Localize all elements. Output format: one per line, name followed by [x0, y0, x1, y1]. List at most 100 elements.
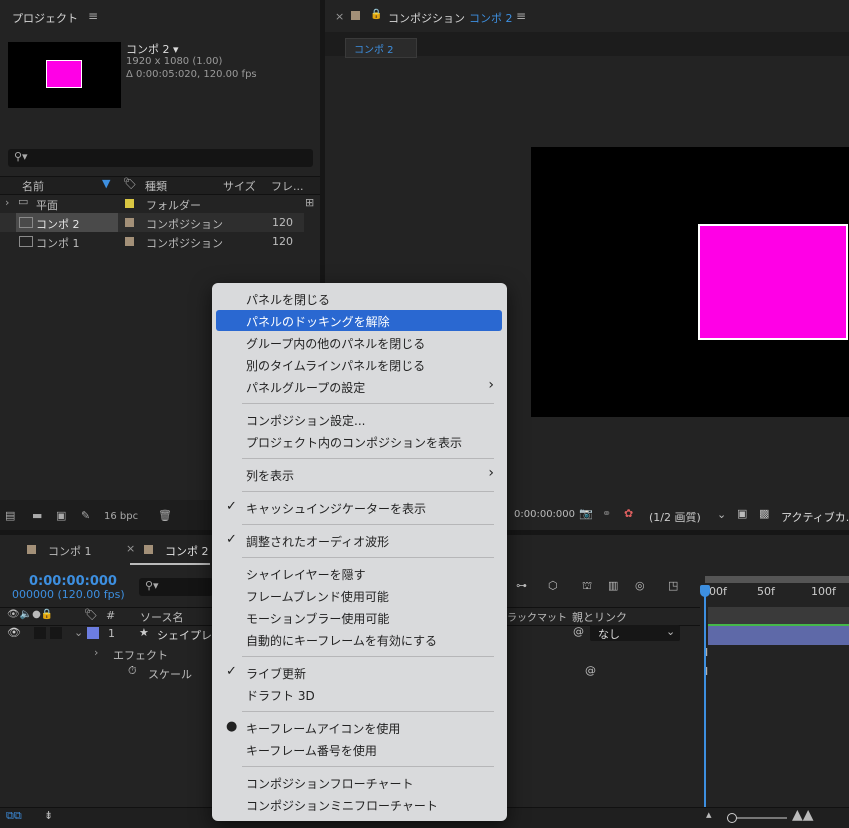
menu-item[interactable]: シャイレイヤーを隠す: [216, 563, 502, 584]
menu-item[interactable]: コンポジション設定...: [216, 409, 502, 430]
layer-switches-toggle-icon[interactable]: ⧉⧉: [6, 809, 22, 823]
current-time-indicator[interactable]: [704, 585, 706, 827]
column-track-matte[interactable]: ラックマット: [507, 609, 567, 624]
pickwhip-icon[interactable]: @: [585, 664, 596, 677]
zoom-out-icon[interactable]: ▴: [706, 808, 712, 821]
comp-name[interactable]: コンポ 2 ▾: [126, 41, 179, 57]
interpret-footage-icon[interactable]: ▤: [5, 509, 15, 522]
cti-head[interactable]: [700, 585, 710, 597]
pickwhip-icon[interactable]: @: [573, 625, 584, 638]
menu-item[interactable]: キーフレーム番号を使用: [216, 739, 502, 760]
sort-arrow-icon[interactable]: ▼: [102, 177, 110, 190]
motion-blur-icon[interactable]: ◎: [635, 579, 645, 592]
zoom-in-icon[interactable]: ▲▲: [792, 807, 814, 823]
comp-label-swatch[interactable]: [125, 218, 134, 227]
layer-bar[interactable]: [708, 624, 849, 645]
menu-item[interactable]: コンポジションフローチャート: [216, 772, 502, 793]
panel-menu-icon[interactable]: ≡: [88, 9, 98, 23]
show-snapshot-icon[interactable]: ⚭: [602, 507, 611, 520]
column-name[interactable]: 名前: [22, 178, 44, 194]
snapshot-icon[interactable]: 📷: [579, 507, 593, 520]
keyframe-marker-icon[interactable]: I: [705, 646, 708, 659]
column-source-name[interactable]: ソース名: [140, 609, 183, 625]
menu-item[interactable]: パネルのドッキングを解除: [216, 310, 502, 331]
lock-icon[interactable]: 🔒: [370, 9, 382, 20]
menu-item[interactable]: ✓ キャッシュインジケーターを表示: [216, 497, 502, 518]
keyframe-marker-icon[interactable]: I: [705, 665, 708, 678]
av-switches-icon[interactable]: 👁🔈●🔒: [7, 609, 53, 620]
shape-layer-star-icon: ★: [139, 626, 149, 639]
menu-item[interactable]: ✓ 調整されたオーディオ波形: [216, 530, 502, 551]
brush-icon[interactable]: ✎: [81, 509, 90, 522]
comp-flowchart-icon[interactable]: ⊶: [516, 579, 527, 592]
region-of-interest-icon[interactable]: ▣: [737, 507, 747, 520]
layer-label-swatch[interactable]: [87, 627, 99, 639]
magenta-shape[interactable]: [698, 224, 848, 340]
menu-item[interactable]: ✓ ライブ更新: [216, 662, 502, 683]
column-frame[interactable]: フレ...: [271, 178, 304, 194]
label-tag-icon[interactable]: 🏷: [84, 608, 98, 621]
viewer-canvas[interactable]: [531, 147, 849, 417]
column-parent[interactable]: 親とリンク: [572, 609, 627, 625]
graph-editor-icon[interactable]: ◳: [668, 579, 678, 592]
trash-icon[interactable]: 🗑: [158, 509, 172, 522]
shy-icon[interactable]: ⛫: [582, 579, 592, 594]
timeline-tab-comp1[interactable]: コンポ 1 ×: [0, 535, 135, 563]
menu-item[interactable]: パネルグループの設定 ›: [216, 376, 502, 397]
label-tag-icon[interactable]: 🏷: [123, 177, 137, 190]
frame-blend-icon[interactable]: ▥: [608, 579, 618, 592]
expand-chevron-icon[interactable]: ⌄: [74, 626, 83, 639]
chevron-down-icon[interactable]: ⌄: [717, 508, 726, 521]
expand-chevron-icon[interactable]: ›: [94, 646, 98, 659]
zoom-slider-handle[interactable]: [727, 813, 737, 823]
project-item-comp1[interactable]: コンポ 1 コンポジション 120: [0, 232, 304, 251]
menu-item[interactable]: 列を表示 ›: [216, 464, 502, 485]
transfer-controls-icon[interactable]: ⇟: [44, 809, 53, 822]
timeline-search-input[interactable]: ⚲▾: [139, 578, 213, 596]
eye-icon[interactable]: 👁: [7, 626, 21, 639]
close-icon[interactable]: ×: [126, 542, 135, 555]
menu-item[interactable]: ● キーフレームアイコンを使用: [216, 717, 502, 738]
expand-chevron-icon[interactable]: ›: [5, 196, 9, 209]
menu-item[interactable]: グループ内の他のパネルを閉じる: [216, 332, 502, 353]
composition-title-comp[interactable]: コンポ 2: [469, 10, 513, 26]
menu-item[interactable]: 自動的にキーフレームを有効にする: [216, 629, 502, 650]
viewer-timecode[interactable]: 0:00:00:000: [514, 509, 575, 520]
solo-switch[interactable]: [50, 627, 62, 639]
menu-item[interactable]: ドラフト 3D: [216, 684, 502, 705]
timeline-tab-comp2[interactable]: コンポ 2: [138, 535, 218, 563]
audio-switch[interactable]: [34, 627, 46, 639]
column-type[interactable]: 種類: [145, 178, 167, 194]
flowchart-icon[interactable]: ⊞: [305, 196, 314, 209]
ruler-label: 50f: [757, 585, 775, 598]
camera-select[interactable]: アクティブカ...: [781, 509, 849, 525]
parent-select[interactable]: なし ⌄: [590, 625, 680, 641]
menu-item[interactable]: パネルを閉じる: [216, 288, 502, 309]
transparency-grid-icon[interactable]: ▩: [759, 507, 769, 520]
folder-label-swatch[interactable]: [125, 199, 134, 208]
menu-item[interactable]: フレームブレンド使用可能: [216, 585, 502, 606]
comp-tab[interactable]: コンポ 2: [345, 38, 417, 58]
resolution-select[interactable]: (1/2 画質): [649, 509, 701, 525]
bpc-button[interactable]: 16 bpc: [104, 511, 138, 522]
color-channel-icon[interactable]: ✿: [624, 507, 633, 520]
time-ruler[interactable]: 00f 50f 100f: [705, 576, 849, 606]
work-area-bar[interactable]: [705, 576, 849, 583]
column-size[interactable]: サイズ: [223, 178, 256, 194]
project-item-comp2[interactable]: コンポ 2 コンポジション 120: [0, 213, 304, 232]
project-item-folder[interactable]: › ▭ 平面 フォルダー: [0, 194, 304, 213]
panel-menu-icon[interactable]: ≡: [516, 9, 526, 23]
project-panel-title[interactable]: プロジェクト: [12, 10, 78, 26]
menu-item[interactable]: コンポジションミニフローチャート: [216, 794, 502, 815]
comp-label-swatch[interactable]: [125, 237, 134, 246]
close-icon[interactable]: ×: [335, 10, 344, 23]
menu-item[interactable]: 別のタイムラインパネルを閉じる: [216, 354, 502, 375]
project-search-input[interactable]: ⚲▾: [8, 149, 313, 167]
new-composition-icon[interactable]: ▣: [56, 509, 66, 522]
3d-draft-icon[interactable]: ⬡: [548, 579, 558, 592]
menu-item[interactable]: モーションブラー使用可能: [216, 607, 502, 628]
new-folder-icon[interactable]: ▬: [32, 509, 42, 522]
menu-item[interactable]: プロジェクト内のコンポジションを表示: [216, 431, 502, 452]
stopwatch-icon[interactable]: ⏱: [128, 664, 137, 678]
timeline-timecode[interactable]: 0:00:00:000: [29, 574, 117, 589]
